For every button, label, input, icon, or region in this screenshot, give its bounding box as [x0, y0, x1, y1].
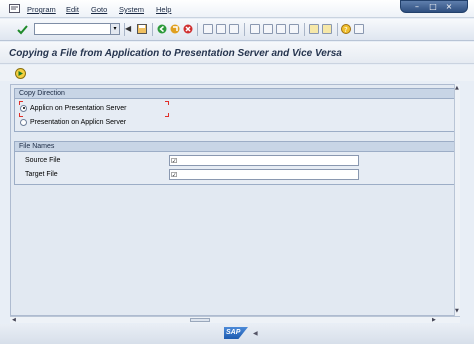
- scroll-left-icon[interactable]: ◀: [12, 317, 16, 323]
- page-title: Copying a File from Application to Prese…: [9, 48, 342, 59]
- back-icon[interactable]: [157, 24, 167, 34]
- radio-label: Applicn on Presentation Server: [30, 104, 127, 112]
- source-file-field[interactable]: ☑: [169, 155, 359, 166]
- source-file-label: Source File: [25, 157, 61, 164]
- scroll-right-icon[interactable]: ▶: [432, 317, 436, 323]
- exit-icon[interactable]: [170, 24, 180, 34]
- find-next-icon[interactable]: [229, 24, 239, 34]
- create-session-icon[interactable]: [309, 24, 319, 34]
- menu-item-edit[interactable]: Edit: [66, 5, 79, 14]
- sap-logo: SAP: [224, 327, 248, 339]
- standard-toolbar: ▾ ◀ ?: [0, 19, 474, 41]
- title-bar: Copying a File from Application to Prese…: [0, 42, 474, 64]
- status-expand-icon[interactable]: ◀: [253, 330, 258, 337]
- horizontal-scrollbar[interactable]: ◀ ▶: [10, 316, 460, 323]
- toolbar-divider: [197, 23, 198, 36]
- previous-page-icon[interactable]: [263, 24, 273, 34]
- menu-icon[interactable]: [9, 4, 20, 13]
- menu-item-goto[interactable]: Goto: [91, 5, 107, 14]
- collapse-arrow-icon[interactable]: ◀: [125, 24, 131, 33]
- customize-layout-icon[interactable]: [354, 24, 364, 34]
- file-names-heading: File Names: [15, 142, 457, 152]
- focus-corner-icon: [165, 101, 169, 105]
- copy-direction-heading: Copy Direction: [15, 89, 457, 99]
- shortcut-icon[interactable]: [322, 24, 332, 34]
- next-page-icon[interactable]: [276, 24, 286, 34]
- copy-direction-group: Copy Direction Applicn on Presentation S…: [14, 88, 458, 132]
- toolbar-divider: [244, 23, 245, 36]
- file-names-group: File Names Source File ☑ Target File ☑: [14, 141, 458, 185]
- find-icon[interactable]: [216, 24, 226, 34]
- toolbar-divider: [152, 23, 153, 36]
- help-icon[interactable]: ?: [341, 24, 351, 34]
- menu-bar: Program Edit Goto System Help – □ ×: [0, 0, 474, 18]
- required-field-icon: ☑: [171, 157, 178, 165]
- close-icon[interactable]: ×: [443, 2, 455, 11]
- toolbar-divider: [337, 23, 338, 36]
- radio-applicn-on-presentation[interactable]: Applicn on Presentation Server: [20, 103, 127, 113]
- selection-screen: Copy Direction Applicn on Presentation S…: [10, 84, 460, 316]
- print-icon[interactable]: [203, 24, 213, 34]
- application-toolbar: [0, 65, 474, 81]
- execute-icon[interactable]: [15, 68, 26, 79]
- target-file-label: Target File: [25, 171, 58, 178]
- menu-item-help[interactable]: Help: [156, 5, 171, 14]
- required-field-icon: ☑: [171, 171, 178, 179]
- command-dropdown-icon[interactable]: ▾: [110, 23, 120, 35]
- svg-text:?: ?: [344, 26, 348, 34]
- menu-item-program[interactable]: Program: [27, 5, 56, 14]
- first-page-icon[interactable]: [250, 24, 260, 34]
- cancel-icon[interactable]: [183, 24, 193, 34]
- scroll-thumb[interactable]: [190, 318, 210, 322]
- window-controls: – □ ×: [400, 0, 468, 13]
- radio-presentation-on-applicn[interactable]: Presentation on Applicn Server: [20, 117, 126, 127]
- menu-item-system[interactable]: System: [119, 5, 144, 14]
- command-field[interactable]: [34, 23, 120, 35]
- minimize-icon[interactable]: –: [411, 2, 423, 11]
- target-file-field[interactable]: ☑: [169, 169, 359, 180]
- enter-check-icon[interactable]: [17, 24, 28, 35]
- maximize-icon[interactable]: □: [427, 2, 439, 11]
- focus-corner-icon: [165, 113, 169, 117]
- radio-label: Presentation on Applicn Server: [30, 118, 127, 126]
- toolbar-divider: [304, 23, 305, 36]
- status-bar: SAP ◀: [0, 324, 474, 344]
- radio-button[interactable]: [20, 118, 27, 126]
- save-icon[interactable]: [137, 24, 147, 34]
- last-page-icon[interactable]: [289, 24, 299, 34]
- scroll-up-icon[interactable]: ▲: [455, 85, 459, 91]
- scroll-down-icon[interactable]: ▼: [455, 308, 459, 314]
- vertical-scrollbar[interactable]: ▲ ▼: [454, 84, 460, 316]
- radio-button-selected[interactable]: [20, 104, 27, 112]
